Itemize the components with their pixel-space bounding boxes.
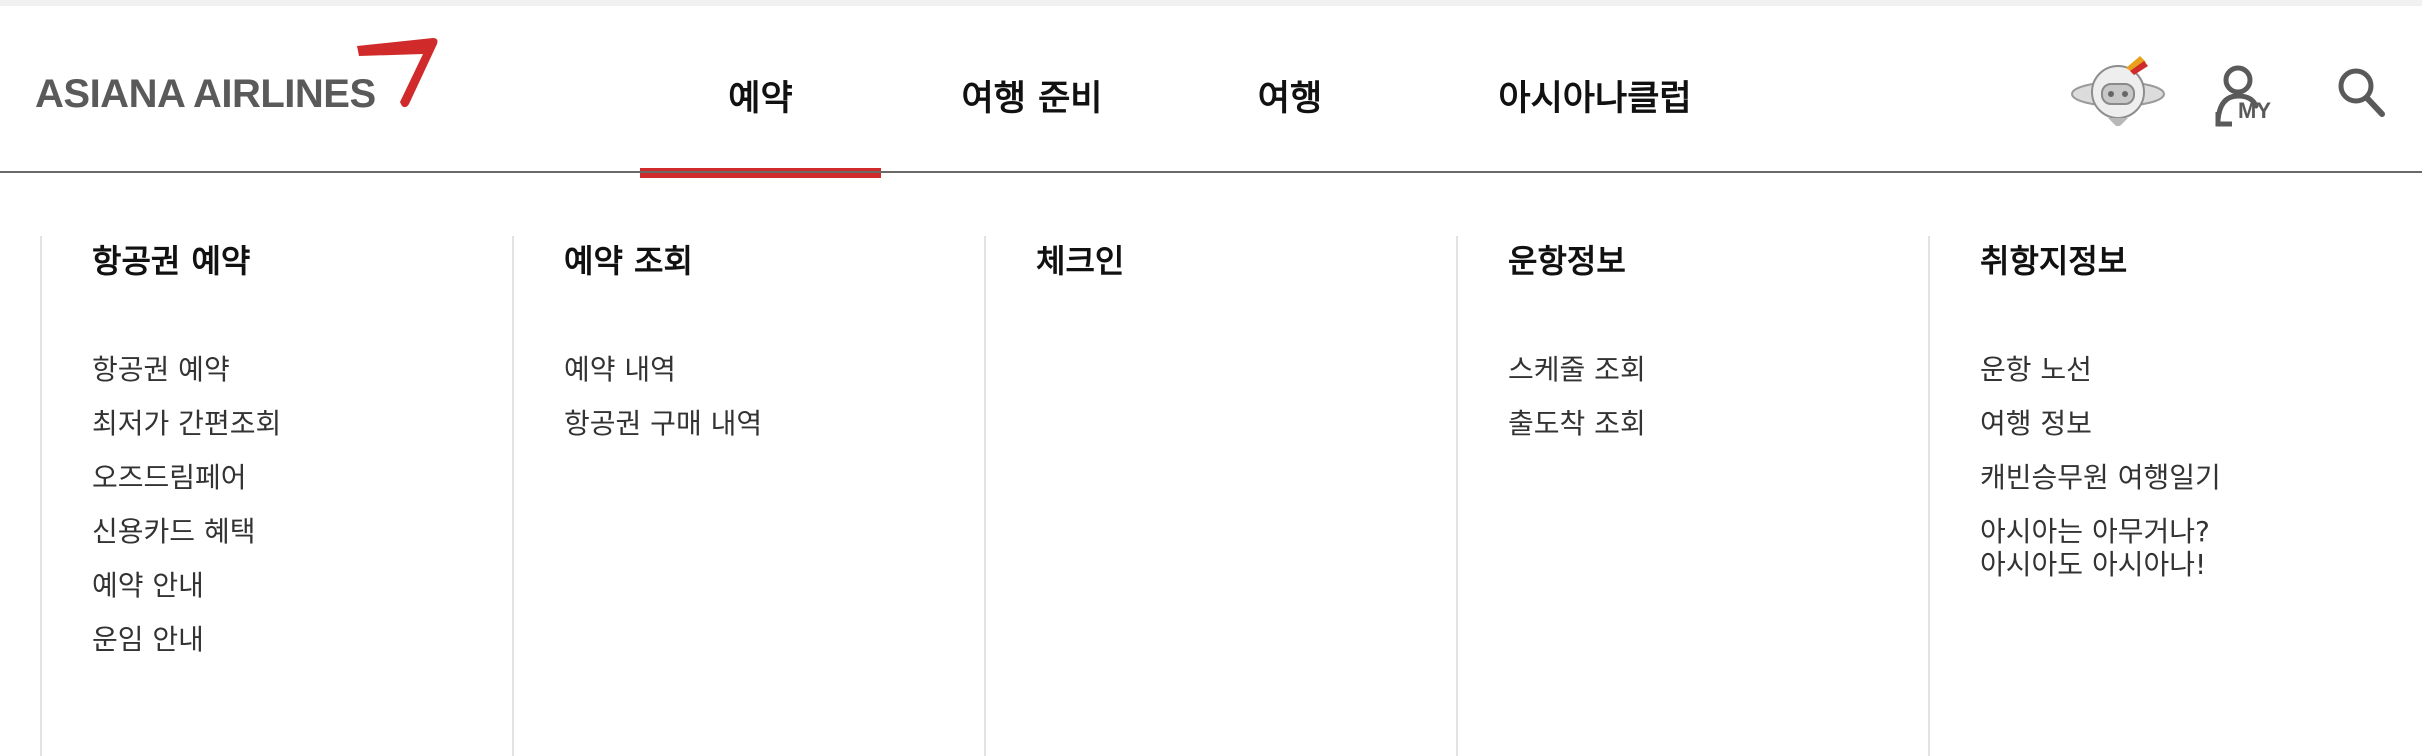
- asiana-logo[interactable]: ASIANA AIRLINES: [35, 36, 438, 126]
- nav-item-label: 예약: [728, 78, 793, 119]
- search-icon[interactable]: [2336, 66, 2388, 120]
- column-list: 예약 내역 항공권 구매 내역: [564, 343, 762, 451]
- wing-mark-icon: [357, 38, 438, 108]
- nav-item-asiana-club[interactable]: 아시아나클럽: [1480, 12, 1710, 178]
- menu-link[interactable]: 출도착 조회: [1508, 397, 1646, 451]
- nav-item-reservation[interactable]: 예약: [640, 12, 881, 178]
- column-list: 운항 노선 여행 정보 캐빈승무원 여행일기 아시아는 아무거나? 아시아도 아…: [1980, 343, 2221, 581]
- menu-link[interactable]: 오즈드림페어: [92, 451, 281, 505]
- site-header: ASIANA AIRLINES 예약 여행 준비 여행 아시아나클럽 MY: [0, 6, 2422, 178]
- nav-item-travel-prep[interactable]: 여행 준비: [922, 12, 1142, 178]
- column-list: 스케줄 조회 출도착 조회: [1508, 343, 1646, 451]
- nav-item-label: 여행: [1257, 78, 1323, 119]
- menu-link[interactable]: 항공권 예약: [92, 343, 281, 397]
- menu-link[interactable]: 항공권 구매 내역: [564, 397, 762, 451]
- menu-link[interactable]: 여행 정보: [1980, 397, 2221, 451]
- menu-link[interactable]: 운임 안내: [92, 613, 281, 667]
- menu-column-booking-lookup: 예약 조회 예약 내역 항공권 구매 내역: [512, 236, 984, 756]
- column-title[interactable]: 운항정보: [1508, 236, 1626, 282]
- chatbot-robot-icon[interactable]: [2068, 50, 2168, 130]
- menu-link[interactable]: 캐빈승무원 여행일기: [1980, 451, 2221, 505]
- menu-link[interactable]: 최저가 간편조회: [92, 397, 281, 451]
- column-title[interactable]: 예약 조회: [564, 236, 693, 282]
- column-list: 항공권 예약 최저가 간편조회 오즈드림페어 신용카드 혜택 예약 안내 운임 …: [92, 343, 281, 667]
- menu-link[interactable]: 운항 노선: [1980, 343, 2221, 397]
- logo-wordmark: ASIANA AIRLINES: [35, 72, 376, 116]
- nav-item-label: 여행 준비: [961, 78, 1103, 119]
- mega-menu: 항공권 예약 항공권 예약 최저가 간편조회 오즈드림페어 신용카드 혜택 예약…: [0, 173, 2422, 756]
- my-label: MY: [2238, 98, 2271, 123]
- nav-item-travel[interactable]: 여행: [1230, 12, 1350, 178]
- menu-column-flight-info: 운항정보 스케줄 조회 출도착 조회: [1456, 236, 1928, 756]
- menu-link[interactable]: 스케줄 조회: [1508, 343, 1646, 397]
- column-title[interactable]: 체크인: [1036, 236, 1124, 282]
- menu-column-check-in: 체크인: [984, 236, 1456, 756]
- menu-link[interactable]: 아시아는 아무거나? 아시아도 아시아나!: [1980, 505, 2221, 581]
- menu-link[interactable]: 신용카드 혜택: [92, 505, 281, 559]
- menu-column-flight-booking: 항공권 예약 항공권 예약 최저가 간편조회 오즈드림페어 신용카드 혜택 예약…: [40, 236, 512, 756]
- menu-column-destination-info: 취항지정보 운항 노선 여행 정보 캐빈승무원 여행일기 아시아는 아무거나? …: [1928, 236, 2400, 756]
- nav-item-label: 아시아나클럽: [1498, 78, 1692, 119]
- menu-link[interactable]: 예약 내역: [564, 343, 762, 397]
- column-title[interactable]: 취항지정보: [1980, 236, 2127, 282]
- column-title[interactable]: 항공권 예약: [92, 236, 250, 282]
- my-page-icon[interactable]: MY: [2212, 62, 2276, 132]
- menu-link[interactable]: 예약 안내: [92, 559, 281, 613]
